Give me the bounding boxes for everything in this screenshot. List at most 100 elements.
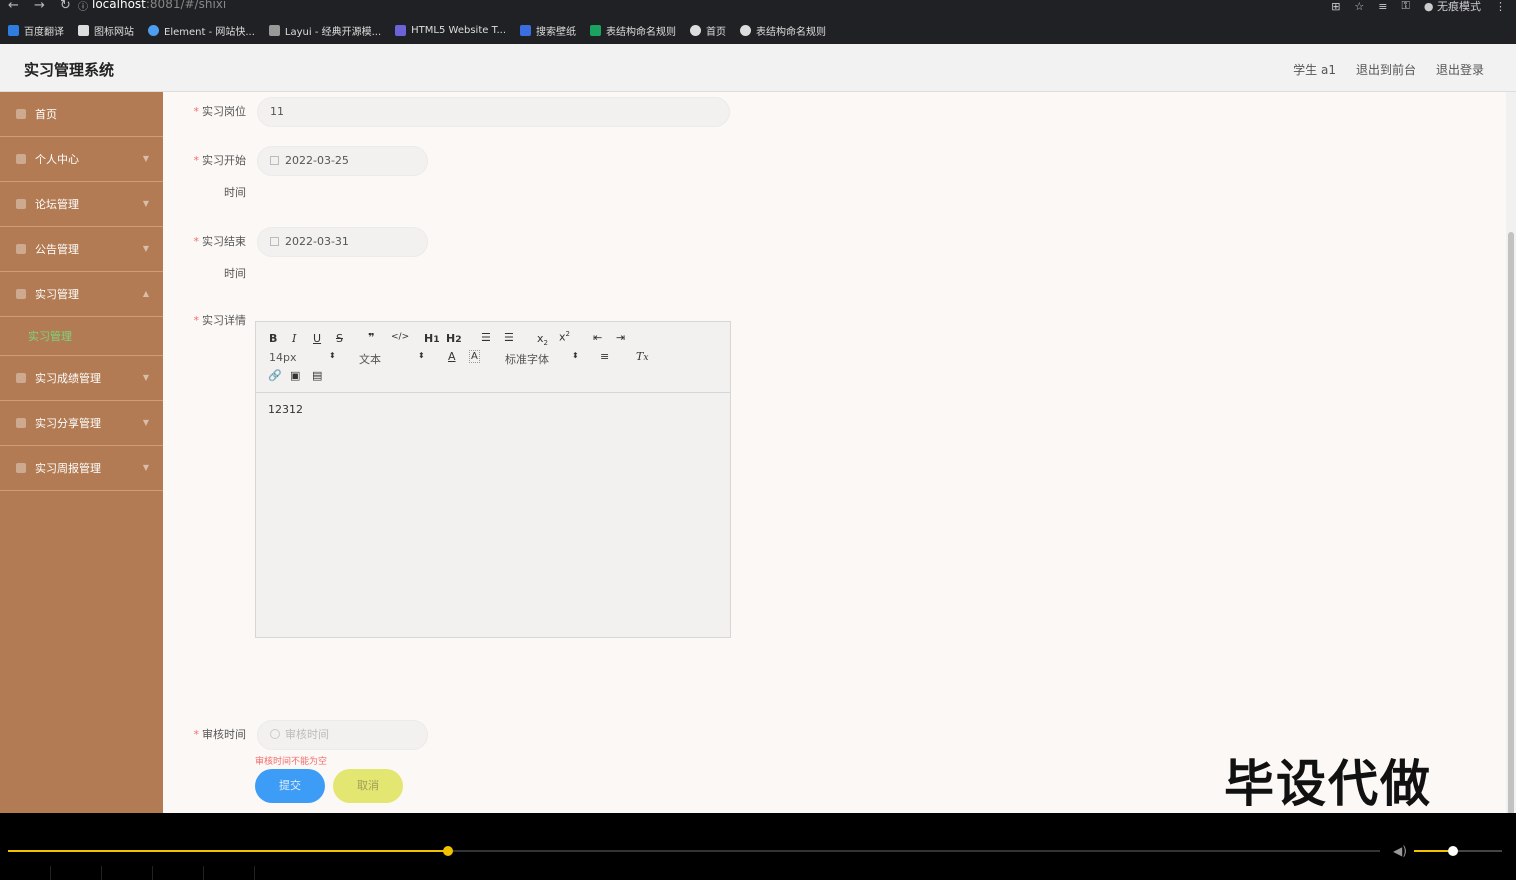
strike-icon[interactable]: S	[336, 332, 343, 345]
post-value: 11	[270, 105, 284, 118]
bookmark-label: Element - 网站快...	[164, 26, 255, 38]
sidebar-subitem-internship[interactable]: 实习管理	[0, 317, 163, 356]
bookmarks-bar: 百度翻译 图标网站 Element - 网站快... Layui - 经典开源模…	[8, 20, 826, 40]
info-icon[interactable]: ⓘ	[78, 0, 88, 13]
code-icon[interactable]: </>	[391, 332, 409, 342]
sidebar-item-scores[interactable]: 实习成绩管理 ▼	[0, 356, 163, 401]
sidebar-item-profile[interactable]: 个人中心 ▼	[0, 137, 163, 182]
ordered-list-icon[interactable]: ☰	[481, 331, 491, 344]
h1-icon[interactable]: H1	[424, 332, 440, 345]
menu-icon[interactable]: ⋮	[1495, 0, 1506, 13]
required-mark: *	[193, 314, 200, 327]
background-color-icon[interactable]: A	[469, 350, 480, 363]
app: 实习管理系统 学生 a1 退出到前台 退出登录 首页 个人中心 ▼ 论坛管理 ▼ 公…	[0, 44, 1516, 813]
sidebar-item-share[interactable]: 实习分享管理 ▼	[0, 401, 163, 446]
underline-icon[interactable]: U	[313, 332, 321, 345]
watermark-text: 毕设代做	[1224, 755, 1432, 813]
header-select[interactable]: 文本	[359, 351, 381, 367]
bookmark[interactable]: 图标网站	[78, 23, 134, 38]
sidebar-item-weekly[interactable]: 实习周报管理 ▼	[0, 446, 163, 491]
font-family-select[interactable]: 标准字体	[505, 351, 549, 367]
indent-icon[interactable]: ⇥	[616, 331, 625, 344]
italic-icon[interactable]: I	[292, 332, 296, 345]
bookmark-label: 图标网站	[94, 26, 134, 38]
address-bar[interactable]: localhost:8081/#/shixi	[92, 0, 226, 11]
bookmark[interactable]: 表结构命名规则	[740, 23, 826, 38]
forward-icon[interactable]: →	[34, 0, 45, 13]
bookmark[interactable]: 表结构命名规则	[590, 23, 676, 38]
font-color-icon[interactable]: A	[448, 350, 456, 363]
link-icon[interactable]: 🔗	[268, 369, 282, 382]
volume-handle[interactable]	[1448, 846, 1458, 856]
sidebar-item-label: 公告管理	[35, 243, 79, 256]
translate-icon[interactable]: ⊞	[1331, 0, 1340, 13]
select-arrows-icon: ⬍	[418, 351, 425, 360]
bookmark[interactable]: 搜索壁纸	[520, 23, 576, 38]
thumbnail-cell	[204, 866, 255, 880]
current-user: 学生 a1	[1293, 63, 1336, 77]
video-player-bar: ◀)	[0, 813, 1516, 880]
review-label: * 审核时间	[186, 727, 247, 743]
wallpaper-icon	[520, 24, 532, 36]
forum-icon	[16, 199, 26, 209]
subscript-icon[interactable]: x2	[537, 332, 548, 347]
sidebar-item-forum[interactable]: 论坛管理 ▼	[0, 182, 163, 227]
bookmark[interactable]: 百度翻译	[8, 23, 64, 38]
review-time-picker[interactable]: 审核时间	[257, 720, 428, 750]
back-icon[interactable]: ←	[8, 0, 19, 13]
logout-link[interactable]: 退出登录	[1436, 61, 1484, 78]
calendar-icon	[270, 156, 279, 165]
post-input[interactable]: 11	[257, 97, 730, 127]
report-icon	[16, 463, 26, 473]
video-icon[interactable]: ▤	[312, 369, 322, 382]
chevron-down-icon: ▼	[142, 154, 149, 163]
bookmark[interactable]: Element - 网站快...	[148, 23, 255, 38]
scrollbar[interactable]	[1506, 92, 1516, 813]
share-icon	[16, 418, 26, 428]
select-arrows-icon: ⬍	[329, 351, 336, 360]
bookmark[interactable]: Layui - 经典开源模...	[268, 23, 382, 38]
bookmark[interactable]: HTML5 Website T...	[395, 24, 506, 36]
home-icon	[16, 109, 26, 119]
sheet-icon	[590, 24, 602, 36]
reading-list-icon[interactable]: ≡	[1378, 0, 1387, 13]
calendar-icon	[270, 237, 279, 246]
header-select-value: 文本	[359, 353, 381, 366]
end-date-picker[interactable]: 2022-03-31	[257, 227, 428, 257]
image-icon[interactable]: ▣	[290, 369, 300, 382]
cancel-button[interactable]: 取消	[333, 769, 403, 803]
h2-icon[interactable]: H2	[446, 332, 462, 345]
end-label: * 实习结束	[186, 234, 247, 250]
sidebar-item-notice[interactable]: 公告管理 ▼	[0, 227, 163, 272]
key-icon[interactable]: ⚿	[1402, 0, 1410, 13]
star-icon[interactable]: ☆	[1354, 0, 1364, 13]
sidebar-item-internship[interactable]: 实习管理 ▲	[0, 272, 163, 317]
html5-icon	[395, 24, 407, 36]
post-label-text: 实习岗位	[202, 105, 246, 118]
app-title: 实习管理系统	[24, 61, 115, 79]
sidebar-item-home[interactable]: 首页	[0, 92, 163, 137]
blockquote-icon[interactable]: ❞	[368, 331, 374, 344]
globe-icon	[690, 24, 702, 36]
submit-button[interactable]: 提交	[255, 769, 325, 803]
align-icon[interactable]: ≡	[600, 350, 609, 363]
volume-icon[interactable]: ◀)	[1393, 844, 1407, 858]
font-size-select[interactable]: 14px	[269, 351, 297, 364]
bold-icon[interactable]: B	[269, 332, 277, 345]
progress-handle[interactable]	[443, 846, 453, 856]
editor-content: 12312	[268, 403, 303, 416]
start-date-picker[interactable]: 2022-03-25	[257, 146, 428, 176]
bullet-list-icon[interactable]: ☰	[504, 331, 514, 344]
scrollbar-thumb[interactable]	[1508, 232, 1514, 813]
incognito-profile[interactable]: ● 无痕模式	[1424, 0, 1481, 14]
clear-format-icon[interactable]: Tx	[636, 350, 649, 363]
bookmark[interactable]: 首页	[690, 23, 726, 38]
reload-icon[interactable]: ↻	[60, 0, 71, 13]
back-to-front-link[interactable]: 退出到前台	[1356, 61, 1416, 78]
sidebar-item-label: 实习管理	[35, 288, 79, 301]
outdent-icon[interactable]: ⇤	[593, 331, 602, 344]
editor-body[interactable]: 12312	[256, 393, 730, 426]
superscript-icon[interactable]: x2	[559, 330, 570, 344]
bookmark-label: 首页	[706, 26, 727, 38]
bookmark-label: Layui - 经典开源模...	[284, 26, 382, 38]
